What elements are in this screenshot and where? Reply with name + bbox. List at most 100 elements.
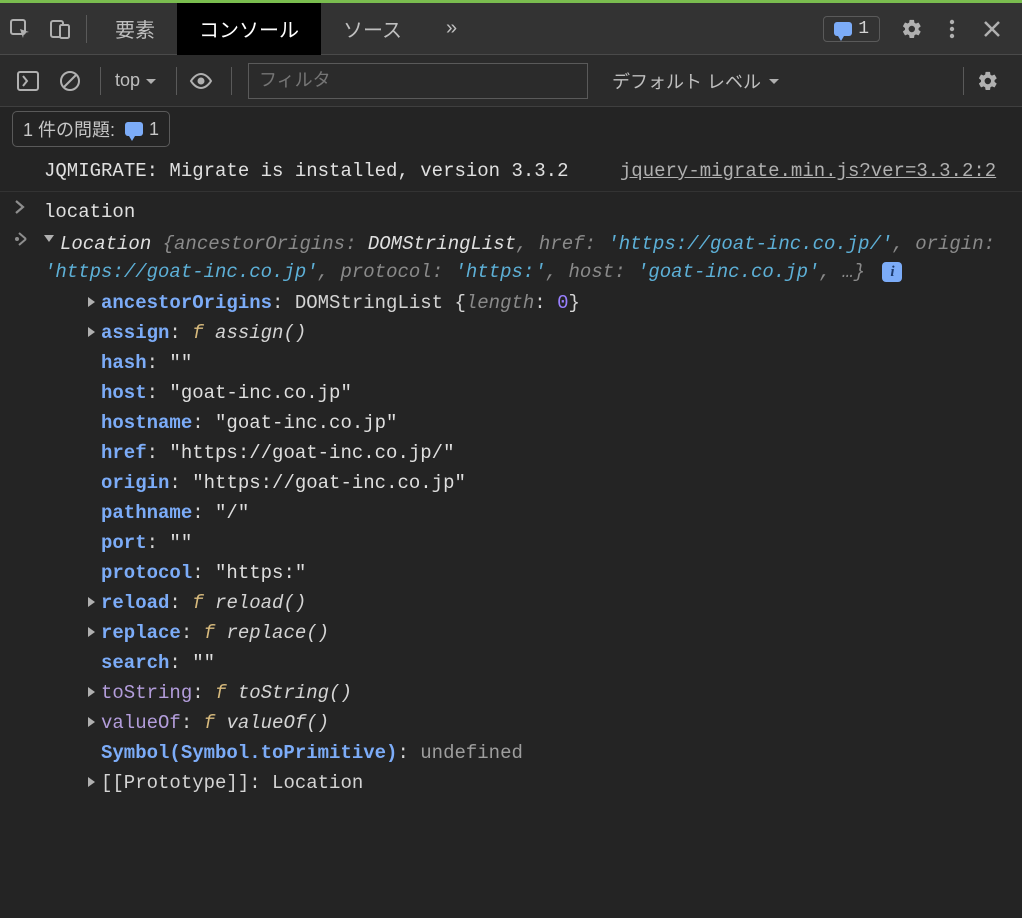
expand-toggle-icon[interactable] [88, 327, 95, 337]
property-row: host: "goat-inc.co.jp" [88, 378, 1008, 408]
device-icon [49, 18, 71, 40]
close-icon [982, 19, 1002, 39]
property-key: toString [101, 682, 192, 704]
tab-label: コンソール [199, 14, 299, 43]
clear-console-button[interactable] [52, 63, 88, 99]
object-preview[interactable]: Location {ancestorOrigins: DOMStringList… [44, 230, 1008, 286]
obj-type: Location [60, 233, 151, 255]
chevron-down-icon [767, 74, 781, 88]
property-list: ancestorOrigins: DOMStringList {length: … [88, 288, 1008, 798]
log-row-output: Location {ancestorOrigins: DOMStringList… [0, 228, 1022, 804]
gear-icon [901, 18, 923, 40]
console-input-echo: location [44, 198, 1008, 226]
log-row: JQMIGRATE: Migrate is installed, version… [0, 151, 1022, 192]
property-row[interactable]: [[Prototype]]: Location [88, 768, 1008, 798]
property-row: Symbol(Symbol.toPrimitive): undefined [88, 738, 1008, 768]
property-value: "goat-inc.co.jp" [169, 382, 351, 404]
log-row-input: location [0, 192, 1022, 228]
kebab-icon [941, 18, 963, 40]
issues-chip[interactable]: 1 件の問題: 1 [12, 111, 170, 147]
property-key: origin [101, 472, 169, 494]
console-toolbar: top デフォルト レベル [0, 55, 1022, 107]
property-row: hash: "" [88, 348, 1008, 378]
property-row: pathname: "/" [88, 498, 1008, 528]
issues-icon [834, 22, 852, 36]
log-level-label: デフォルト レベル [612, 68, 761, 94]
devtools-toolbar: 要素 コンソール ソース » 1 [0, 3, 1022, 55]
expand-toggle-icon[interactable] [88, 627, 95, 637]
log-level-selector[interactable]: デフォルト レベル [612, 68, 781, 94]
gear-icon [977, 70, 999, 92]
expand-toggle-icon[interactable] [44, 235, 54, 247]
return-icon [14, 232, 28, 246]
tab-sources[interactable]: ソース [321, 3, 424, 55]
property-value: reload() [215, 592, 306, 614]
property-row[interactable]: ancestorOrigins: DOMStringList {length: … [88, 288, 1008, 318]
expand-toggle-icon[interactable] [88, 297, 95, 307]
issues-count: 1 [858, 19, 869, 39]
property-key: href [101, 442, 147, 464]
property-key: hostname [101, 412, 192, 434]
property-row[interactable]: assign: f assign() [88, 318, 1008, 348]
close-button[interactable] [972, 3, 1012, 55]
property-row[interactable]: replace: f replace() [88, 618, 1008, 648]
source-link[interactable]: jquery-migrate.min.js?ver=3.3.2:2 [620, 160, 996, 182]
property-value: replace() [226, 622, 329, 644]
device-toggle-button[interactable] [40, 3, 80, 55]
tab-label: 要素 [115, 14, 155, 43]
expand-toggle-icon[interactable] [88, 597, 95, 607]
toolbar-separator [963, 67, 964, 95]
context-selector[interactable]: top [107, 66, 166, 95]
tab-elements[interactable]: 要素 [93, 3, 177, 55]
property-value: DOMStringList { [295, 292, 466, 314]
property-value: "/" [215, 502, 249, 524]
live-expression-button[interactable] [183, 63, 219, 99]
property-value: toString() [238, 682, 352, 704]
log-output[interactable]: Location {ancestorOrigins: DOMStringList… [44, 230, 1008, 798]
property-key: [[Prototype]] [101, 772, 249, 794]
issues-bar: 1 件の問題: 1 [0, 107, 1022, 151]
tab-label: » [446, 17, 457, 40]
toolbar-separator [231, 67, 232, 95]
tabs-container: 要素 コンソール ソース » [93, 3, 823, 55]
property-key: pathname [101, 502, 192, 524]
property-row: port: "" [88, 528, 1008, 558]
toolbar-separator [86, 15, 87, 43]
tab-label: ソース [343, 14, 402, 43]
property-value: "https://goat-inc.co.jp/" [169, 442, 454, 464]
eye-icon [189, 72, 213, 90]
more-button[interactable] [932, 3, 972, 55]
property-value: "" [169, 532, 192, 554]
expand-toggle-icon[interactable] [88, 687, 95, 697]
property-row[interactable]: toString: f toString() [88, 678, 1008, 708]
property-row: href: "https://goat-inc.co.jp/" [88, 438, 1008, 468]
property-row[interactable]: valueOf: f valueOf() [88, 708, 1008, 738]
expand-toggle-icon[interactable] [88, 777, 95, 787]
issues-pill[interactable]: 1 [823, 16, 880, 42]
property-key: assign [101, 322, 169, 344]
tab-overflow[interactable]: » [424, 3, 479, 55]
tab-console[interactable]: コンソール [177, 3, 321, 55]
settings-button[interactable] [892, 3, 932, 55]
inspect-button[interactable] [0, 3, 40, 55]
issues-chip-count: 1 [149, 119, 159, 140]
property-key: Symbol(Symbol.toPrimitive) [101, 742, 397, 764]
sidebar-toggle-button[interactable] [10, 63, 46, 99]
toolbar-separator [176, 67, 177, 95]
property-row: search: "" [88, 648, 1008, 678]
expand-toggle-icon[interactable] [88, 717, 95, 727]
property-key: port [101, 532, 147, 554]
filter-input[interactable] [248, 63, 588, 99]
info-icon[interactable]: i [882, 262, 902, 282]
issues-chip-label: 1 件の問題: [23, 116, 115, 142]
console-body: JQMIGRATE: Migrate is installed, version… [0, 151, 1022, 918]
console-settings-button[interactable] [970, 63, 1006, 99]
chevron-right-icon [14, 200, 26, 214]
inspect-icon [9, 18, 31, 40]
property-key: protocol [101, 562, 192, 584]
property-row[interactable]: reload: f reload() [88, 588, 1008, 618]
issues-icon [125, 122, 143, 136]
property-value: "" [169, 352, 192, 374]
property-row: hostname: "goat-inc.co.jp" [88, 408, 1008, 438]
log-gutter [14, 157, 44, 185]
